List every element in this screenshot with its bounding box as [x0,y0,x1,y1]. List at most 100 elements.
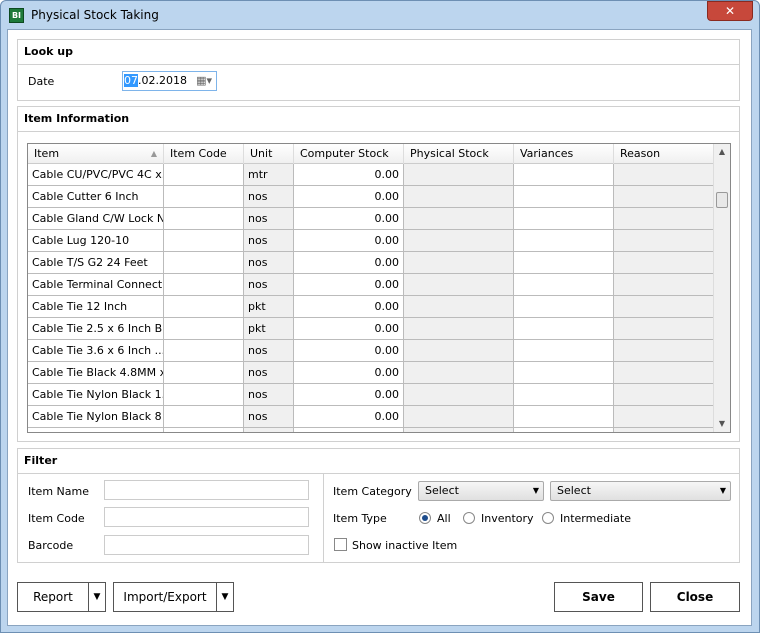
cell-item-code[interactable] [164,406,244,428]
radio-all-label[interactable]: All [437,512,451,525]
cell-unit[interactable]: nos [244,186,294,208]
cell-variances[interactable] [514,252,614,274]
cell-item[interactable]: Cable Tie 2.5 x 6 Inch B... [28,318,164,340]
cell-unit[interactable]: nos [244,274,294,296]
cell-computer-stock[interactable]: 0.00 [294,164,404,186]
cell-reason[interactable] [614,362,714,384]
import-export-dropdown-icon[interactable]: ▼ [216,582,234,612]
cell-variances[interactable] [514,208,614,230]
cell-item-code[interactable] [164,164,244,186]
cell-item[interactable]: Cable Cutter 6 Inch [28,186,164,208]
cell-physical-stock[interactable] [404,230,514,252]
cell-item-code[interactable] [164,186,244,208]
cell-variances[interactable] [514,362,614,384]
vertical-scrollbar[interactable]: ▲ ▼ [713,144,730,432]
save-button[interactable]: Save [554,582,643,612]
column-header-unit[interactable]: Unit [244,144,294,164]
cell-item-code[interactable] [164,428,244,432]
cell-item[interactable]: Cable Tie Black 4.8MM x... [28,362,164,384]
cell-computer-stock[interactable]: 0.00 [294,252,404,274]
cell-computer-stock[interactable]: 0.00 [294,406,404,428]
cell-computer-stock[interactable]: 0.00 [294,230,404,252]
cell-computer-stock[interactable]: 0.00 [294,296,404,318]
table-row[interactable]: Cable Tie Black 4.8MM x... nos 0.00 [28,362,714,384]
cell-physical-stock[interactable] [404,406,514,428]
cell-variances[interactable] [514,318,614,340]
cell-reason[interactable] [614,208,714,230]
import-export-button[interactable]: Import/Export [113,582,217,612]
cell-computer-stock[interactable]: 0.00 [294,384,404,406]
radio-inventory-label[interactable]: Inventory [481,512,534,525]
radio-all[interactable] [419,512,431,524]
cell-computer-stock[interactable]: 0.00 [294,318,404,340]
column-header-item[interactable]: Item ▲ [28,144,164,164]
radio-intermediate-label[interactable]: Intermediate [560,512,631,525]
item-code-input[interactable] [104,507,309,527]
cell-item[interactable]: Cable Tie Nylon Black 8 ... [28,406,164,428]
cell-computer-stock[interactable]: 0.00 [294,208,404,230]
cell-item-code[interactable] [164,340,244,362]
cell-item-code[interactable] [164,230,244,252]
cell-reason[interactable] [614,164,714,186]
cell-computer-stock[interactable] [294,428,404,432]
item-name-input[interactable] [104,480,309,500]
column-header-reason[interactable]: Reason [614,144,714,164]
cell-physical-stock[interactable] [404,362,514,384]
cell-unit[interactable]: nos [244,340,294,362]
table-row[interactable]: Cable Terminal Connect... nos 0.00 [28,274,714,296]
scroll-up-icon[interactable]: ▲ [714,144,730,160]
cell-physical-stock[interactable] [404,208,514,230]
cell-variances[interactable] [514,428,614,432]
cell-variances[interactable] [514,340,614,362]
cell-item[interactable]: Cable Gland C/W Lock N... [28,208,164,230]
column-header-variances[interactable]: Variances [514,144,614,164]
cell-unit[interactable]: nos [244,252,294,274]
cell-item-code[interactable] [164,384,244,406]
cell-reason[interactable] [614,406,714,428]
cell-physical-stock[interactable] [404,274,514,296]
cell-item[interactable]: Cable Terminal Connect... [28,274,164,296]
table-row[interactable]: Cable Lug 120-10 nos 0.00 [28,230,714,252]
cell-variances[interactable] [514,274,614,296]
cell-unit[interactable]: nos [244,384,294,406]
report-dropdown-icon[interactable]: ▼ [88,582,106,612]
category-select-2[interactable]: Select ▼ [550,481,731,501]
cell-variances[interactable] [514,296,614,318]
column-header-computer-stock[interactable]: Computer Stock [294,144,404,164]
show-inactive-label[interactable]: Show inactive Item [352,539,457,552]
cell-item[interactable]: Cable Tie 12 Inch [28,296,164,318]
items-grid[interactable]: Item ▲ Item Code Unit Computer Stock Phys… [27,143,731,433]
category-select-1[interactable]: Select ▼ [418,481,544,501]
cell-computer-stock[interactable]: 0.00 [294,362,404,384]
cell-reason[interactable] [614,186,714,208]
cell-computer-stock[interactable]: 0.00 [294,186,404,208]
cell-unit[interactable]: nos [244,208,294,230]
cell-unit[interactable] [244,428,294,432]
cell-item[interactable]: Cable T/S G2 24 Feet [28,252,164,274]
cell-item[interactable]: Cable CU/PVC/PVC 4C x... [28,164,164,186]
table-row[interactable]: Cable CU/PVC/PVC 4C x... mtr 0.00 [28,164,714,186]
cell-unit[interactable]: nos [244,230,294,252]
calendar-dropdown-icon[interactable]: ▦▾ [196,72,212,90]
cell-physical-stock[interactable] [404,164,514,186]
cell-reason[interactable] [614,428,714,432]
close-button[interactable]: Close [650,582,740,612]
cell-variances[interactable] [514,164,614,186]
scroll-thumb[interactable] [716,192,728,208]
cell-variances[interactable] [514,230,614,252]
cell-reason[interactable] [614,384,714,406]
cell-item-code[interactable] [164,318,244,340]
cell-item-code[interactable] [164,296,244,318]
radio-inventory[interactable] [463,512,475,524]
cell-physical-stock[interactable] [404,186,514,208]
cell-item[interactable]: Cable Tie Nylon Black 1... [28,384,164,406]
cell-physical-stock[interactable] [404,384,514,406]
cell-unit[interactable]: mtr [244,164,294,186]
cell-item[interactable]: Cable Lug 120-10 [28,230,164,252]
table-row[interactable]: Cable Tie 12 Inch pkt 0.00 [28,296,714,318]
cell-item[interactable]: Cable Tie 3.6 x 6 Inch ... [28,340,164,362]
cell-reason[interactable] [614,274,714,296]
cell-reason[interactable] [614,340,714,362]
cell-reason[interactable] [614,230,714,252]
table-row[interactable]: Cable Tie Nylon Black 8 ... nos 0.00 [28,406,714,428]
